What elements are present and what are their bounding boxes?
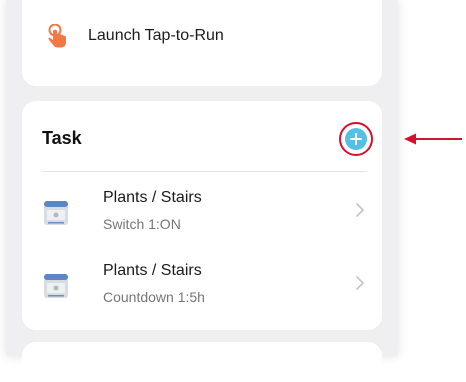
launch-tap-to-run-row[interactable]: Launch Tap-to-Run: [46, 24, 224, 48]
task-item-name: Plants / Stairs: [103, 189, 202, 206]
next-card: [22, 342, 382, 382]
chevron-right-icon: [356, 203, 364, 217]
tap-hand-icon: [48, 24, 66, 48]
plus-circle-icon: [345, 128, 367, 150]
smart-switch-device-icon: [44, 274, 68, 298]
red-arrow-pointer: [404, 133, 462, 145]
task-item[interactable]: Plants / Stairs Countdown 1:5h: [42, 256, 372, 316]
task-section-title: Task: [42, 128, 82, 148]
chevron-right-icon: [356, 276, 364, 290]
task-card: Task Plants / Stairs Switch 1:ON Plants …: [22, 101, 382, 330]
task-item-name: Plants / Stairs: [103, 262, 202, 279]
scene-detail-panel: Launch Tap-to-Run Task Plants / Stairs S…: [6, 0, 398, 382]
task-item[interactable]: Plants / Stairs Switch 1:ON: [42, 183, 372, 243]
launch-card[interactable]: Launch Tap-to-Run: [22, 0, 382, 86]
task-item-detail: Countdown 1:5h: [103, 289, 205, 305]
smart-switch-device-icon: [44, 201, 68, 225]
add-task-button[interactable]: [339, 122, 373, 156]
launch-tap-to-run-label: Launch Tap-to-Run: [88, 27, 224, 44]
divider: [42, 171, 367, 172]
task-item-detail: Switch 1:ON: [103, 216, 181, 232]
